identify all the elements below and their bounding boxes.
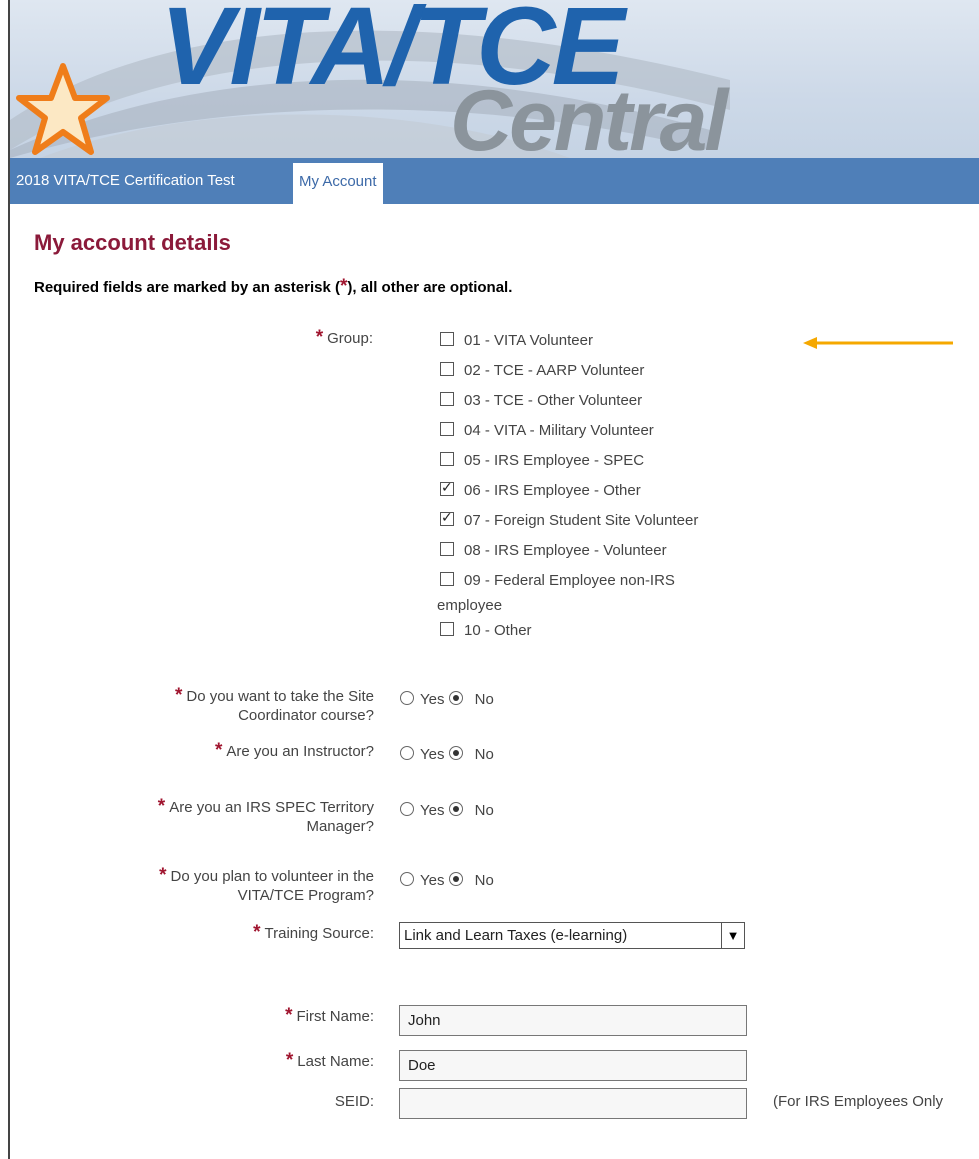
training-source-value: Link and Learn Taxes (e-learning) (404, 927, 628, 944)
radio-no-label: No (474, 746, 494, 763)
first-name-label: * First Name: (200, 1006, 374, 1026)
group-option-label: 02 - TCE - AARP Volunteer (464, 362, 645, 379)
radio-no[interactable] (448, 872, 463, 886)
checkbox[interactable] (440, 542, 454, 556)
territory-manager-radio-group[interactable]: Yes No (400, 801, 494, 821)
group-option-label: 06 - IRS Employee - Other (464, 482, 641, 499)
question-instructor-label: * Are you an Instructor? (110, 741, 374, 761)
group-option[interactable]: 05 - IRS Employee - SPEC (440, 451, 644, 471)
radio-no-label: No (474, 872, 494, 889)
group-option-label: 03 - TCE - Other Volunteer (464, 392, 643, 409)
page-title: My account details (34, 230, 231, 255)
question-line: Manager? (306, 818, 374, 835)
radio-yes[interactable] (400, 746, 414, 760)
radio-no-label: No (474, 802, 494, 819)
group-option-label: 09 - Federal Employee non-IRS (464, 572, 675, 589)
radio-no-label: No (474, 691, 494, 708)
group-option[interactable]: 02 - TCE - AARP Volunteer (440, 361, 644, 381)
seid-label: SEID: (334, 1093, 374, 1110)
seid-note: (For IRS Employees Only (773, 1093, 944, 1110)
required-asterisk: * (159, 865, 167, 886)
tab-my-account[interactable]: My Account (293, 163, 383, 204)
required-asterisk: * (215, 740, 223, 761)
group-option[interactable]: 01 - VITA Volunteer (440, 331, 593, 351)
group-option[interactable]: 06 - IRS Employee - Other (440, 478, 641, 501)
group-option-label: 08 - IRS Employee - Volunteer (464, 542, 667, 559)
radio-yes-label: Yes (420, 691, 445, 708)
last-name-input[interactable]: Doe (399, 1050, 747, 1081)
group-label: * Group: (300, 328, 373, 348)
seid-input[interactable] (399, 1088, 747, 1119)
group-option-label-wrap: employee (437, 597, 503, 614)
checkbox[interactable] (440, 452, 454, 466)
site-banner: VITA/TCE Central (10, 0, 979, 158)
checkbox[interactable] (440, 422, 454, 436)
group-option-label: 04 - VITA - Military Volunteer (464, 422, 654, 439)
training-source-select[interactable]: Link and Learn Taxes (e-learning) ▼ (399, 922, 745, 949)
radio-yes[interactable] (400, 872, 414, 886)
training-source-label: * Training Source: (150, 923, 374, 943)
required-asterisk: * (253, 922, 261, 943)
question-line: Do you want to take the Site (186, 688, 374, 705)
checkbox[interactable] (440, 572, 454, 586)
radio-yes-label: Yes (420, 746, 445, 763)
site-coordinator-radio-group[interactable]: Yes No (400, 690, 494, 710)
logo-sub-text: Central (450, 73, 730, 158)
group-option[interactable]: 10 - Other (440, 621, 532, 641)
group-option[interactable]: 04 - VITA - Military Volunteer (440, 421, 654, 441)
group-label-text: Group: (327, 330, 373, 347)
group-option-label: 10 - Other (464, 622, 532, 639)
question-line: VITA/TCE Program? (237, 887, 374, 904)
required-asterisk: * (285, 1005, 293, 1026)
group-option-label: 05 - IRS Employee - SPEC (464, 452, 645, 469)
group-option-label: 07 - Foreign Student Site Volunteer (464, 512, 699, 529)
instructor-radio-group[interactable]: Yes No (400, 745, 494, 765)
checkbox[interactable] (440, 622, 454, 636)
radio-yes-label: Yes (420, 802, 445, 819)
radio-yes[interactable] (400, 691, 414, 705)
group-option[interactable]: 09 - Federal Employee non-IRS (440, 571, 675, 591)
nav-bar: 2018 VITA/TCE Certification Test My Acco… (10, 158, 979, 204)
question-line: Are you an Instructor? (226, 743, 374, 760)
training-source-label-text: Training Source: (264, 925, 375, 942)
required-note-suffix: ), all other are optional. (347, 279, 513, 296)
group-option[interactable]: 08 - IRS Employee - Volunteer (440, 541, 667, 561)
radio-no[interactable] (448, 746, 463, 760)
checkbox[interactable] (440, 332, 454, 346)
question-site-coordinator-label: * Do you want to take the Site Coordinator… (110, 686, 374, 725)
checkbox[interactable] (440, 392, 454, 406)
required-note: Required fields are marked by an asteris… (34, 276, 512, 298)
group-option[interactable]: 03 - TCE - Other Volunteer (440, 391, 642, 411)
last-name-label: * Last Name: (200, 1051, 374, 1071)
required-asterisk: * (174, 685, 183, 706)
required-asterisk: * (285, 1050, 294, 1071)
group-option[interactable]: 07 - Foreign Student Site Volunteer (440, 508, 699, 531)
radio-no[interactable] (448, 691, 463, 705)
question-territory-manager-label: * Are you an IRS SPEC Territory Manager? (60, 797, 374, 836)
required-asterisk: * (157, 796, 166, 817)
question-volunteer-label: * Do you plan to volunteer in the VITA/TCE… (60, 866, 374, 905)
chevron-down-icon[interactable]: ▼ (721, 923, 744, 948)
required-asterisk: * (315, 327, 324, 348)
radio-yes-label: Yes (420, 872, 445, 889)
checkbox-checked[interactable] (440, 508, 454, 528)
volunteer-radio-group[interactable]: Yes No (400, 871, 494, 891)
question-line: Are you an IRS SPEC Territory (169, 799, 374, 816)
banner-art: VITA/TCE Central (10, 0, 733, 158)
question-line: Coordinator course? (238, 707, 374, 724)
last-name-label-text: Last Name: (297, 1053, 374, 1070)
group-option-label: 01 - VITA Volunteer (464, 332, 593, 349)
first-name-input[interactable]: John (399, 1005, 747, 1036)
tab-certification-test[interactable]: 2018 VITA/TCE Certification Test (16, 167, 235, 195)
arrow-left-icon (803, 337, 953, 349)
checkbox[interactable] (440, 362, 454, 376)
radio-yes[interactable] (400, 802, 414, 816)
checkbox-checked[interactable] (440, 478, 454, 498)
question-line: Do you plan to volunteer in the (170, 868, 374, 885)
radio-no[interactable] (448, 802, 463, 816)
required-note-prefix: Required fields are marked by an asteris… (34, 279, 340, 296)
first-name-label-text: First Name: (296, 1008, 374, 1025)
